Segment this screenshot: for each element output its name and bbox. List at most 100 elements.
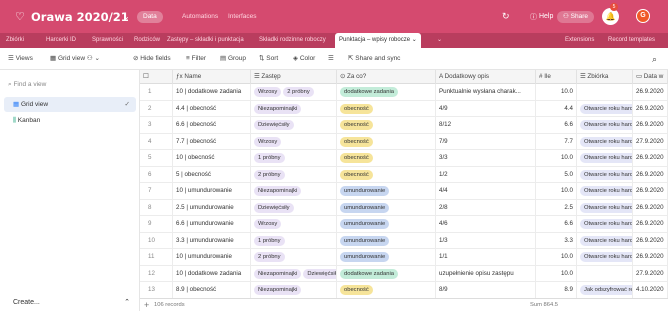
cell-name[interactable]: 10 | umundurowanie [173, 183, 251, 199]
table-row[interactable]: 5 10 | obecność 1 próbny obecność 3/3 10.0 Otw… [140, 150, 668, 167]
cell-za-co[interactable]: umundurowanie [337, 183, 436, 199]
filter-button[interactable]: ≡ Filter [186, 48, 206, 70]
cell-ile[interactable]: 3.3 [536, 232, 577, 249]
color-button[interactable]: ◈ Color [293, 48, 315, 70]
tab-punktacja[interactable]: Punktacja – wpisy robocze ⌄ [335, 33, 421, 48]
cell-data[interactable]: 26.9.2020 [633, 150, 668, 166]
cell-zastep[interactable]: Niezapominajki Dziewięćsiły [251, 265, 337, 282]
cell-zastep[interactable]: 1 próbny [251, 150, 337, 166]
sidebar-item-grid-view[interactable]: ▦ Grid view ✓ [4, 97, 136, 112]
table-row[interactable]: 10 3.3 | umundurowanie 1 próbny umundurowan… [140, 232, 668, 249]
cell-ile[interactable]: 7.7 [536, 133, 577, 150]
cell-name[interactable]: 2.5 | umundurowanie [173, 199, 251, 216]
cell-opis[interactable]: 8/9 [436, 282, 536, 298]
cell-data[interactable]: 4.10.2020 [633, 282, 668, 298]
table-row[interactable]: 4 7.7 | obecność Wrzosy obecność 7/9 7.7 Otwar… [140, 133, 668, 150]
cell-ile[interactable]: 10.0 [536, 84, 577, 100]
cell-za-co[interactable]: obecność [337, 117, 436, 133]
tab-zastepy[interactable]: Zastępy – składki i punktacja [167, 33, 244, 48]
table-row[interactable]: 8 2.5 | umundurowanie Dziewięćsiły umunduro… [140, 199, 668, 216]
table-row[interactable]: 1 10 | dodatkowe zadania Wrzosy 2 próbny dod… [140, 84, 668, 101]
sort-button[interactable]: ⇅ Sort [259, 48, 278, 70]
tab-data[interactable]: Data [137, 11, 163, 23]
cell-data[interactable]: 26.9.2020 [633, 216, 668, 232]
cell-zastep[interactable]: Wrzosy 2 próbny [251, 84, 337, 100]
cell-opis[interactable]: 8/12 [436, 117, 536, 133]
cell-zastep[interactable]: Niezapominajki [251, 100, 337, 117]
cell-name[interactable]: 8.9 | obecność [173, 282, 251, 298]
cell-zbiorka[interactable]: Otwarcie roku harcerskiego [577, 232, 633, 249]
cell-opis[interactable]: 4/9 [436, 100, 536, 117]
cell-name[interactable]: 10 | dodatkowe zadania [173, 84, 251, 100]
cell-za-co[interactable]: umundurowanie [337, 199, 436, 216]
table-row[interactable]: 12 10 | dodatkowe zadania Niezapominajki Dz… [140, 265, 668, 282]
heart-icon[interactable]: ♡ [15, 0, 25, 33]
cell-za-co[interactable]: obecność [337, 133, 436, 150]
cell-zbiorka[interactable]: Otwarcie roku harcerskiego [577, 199, 633, 216]
cell-ile[interactable]: 10.0 [536, 150, 577, 166]
cell-data[interactable]: 26.9.2020 [633, 249, 668, 265]
avatar[interactable]: G [636, 9, 650, 23]
cell-zbiorka[interactable] [577, 84, 633, 100]
cell-zbiorka[interactable]: Otwarcie roku harcerskiego [577, 216, 633, 232]
bell-icon[interactable]: 🔔 [602, 8, 619, 25]
cell-zastep[interactable]: Dziewięćsiły [251, 199, 337, 216]
help-icon[interactable]: ⓘ Help [530, 0, 553, 33]
cell-name[interactable]: 5 | obecność [173, 166, 251, 183]
cell-ile[interactable]: 4.4 [536, 100, 577, 117]
cell-name[interactable]: 6.6 | obecność [173, 117, 251, 133]
chevron-down-icon[interactable]: ⌄ [412, 37, 417, 43]
cell-opis[interactable]: 1/2 [436, 166, 536, 183]
cell-zastep[interactable]: Wrzosy [251, 133, 337, 150]
cell-ile[interactable]: 10.0 [536, 249, 577, 265]
table-row[interactable]: 13 8.9 | obecność Niezapominajki obecność 8/… [140, 282, 668, 299]
views-toggle[interactable]: ☰ Views [8, 48, 33, 70]
column-header-ile[interactable]: # Ile [536, 70, 577, 84]
tab-interfaces[interactable]: Interfaces [222, 11, 263, 23]
cell-name[interactable]: 6.6 | umundurowanie [173, 216, 251, 232]
cell-data[interactable]: 26.9.2020 [633, 199, 668, 216]
cell-opis[interactable]: 4/4 [436, 183, 536, 199]
column-header-za-co[interactable]: ⊙ Za co? [337, 70, 436, 84]
cell-ile[interactable]: 6.6 [536, 117, 577, 133]
extensions-link[interactable]: Extensions [565, 33, 594, 48]
add-record-icon[interactable]: + [144, 299, 149, 311]
cell-zbiorka[interactable]: Jak odszyfrować relacje? [577, 282, 633, 298]
chevron-down-icon[interactable]: ⌄ [123, 0, 130, 33]
search-icon[interactable]: ⌕ [652, 48, 657, 70]
cell-ile[interactable]: 8.9 [536, 282, 577, 298]
cell-za-co[interactable]: dodatkowe zadania [337, 84, 436, 100]
cell-zastep[interactable]: 2 próbny [251, 249, 337, 265]
cell-opis[interactable]: 7/9 [436, 133, 536, 150]
cell-ile[interactable]: 5.0 [536, 166, 577, 183]
more-tables-icon[interactable]: ⌄ [437, 33, 442, 48]
cell-data[interactable]: 26.9.2020 [633, 183, 668, 199]
find-view-input[interactable]: ⌕ Find a view [8, 78, 132, 92]
cell-data[interactable]: 26.9.2020 [633, 117, 668, 133]
cell-data[interactable]: 26.9.2020 [633, 166, 668, 183]
cell-za-co[interactable]: obecność [337, 282, 436, 298]
cell-opis[interactable]: 3/3 [436, 150, 536, 166]
cell-ile[interactable]: 10.0 [536, 265, 577, 282]
cell-zbiorka[interactable]: Otwarcie roku harcerskiego [577, 100, 633, 117]
grid-view-switcher[interactable]: ▦ Grid view ⚇ ⌄ [50, 48, 100, 70]
cell-zastep[interactable]: 1 próbny [251, 232, 337, 249]
cell-data[interactable]: 26.9.2020 [633, 232, 668, 249]
cell-zastep[interactable]: Niezapominajki [251, 282, 337, 298]
cell-zbiorka[interactable] [577, 265, 633, 282]
cell-opis[interactable]: 1/3 [436, 232, 536, 249]
column-header-opis[interactable]: A Dodatkowy opis [436, 70, 536, 84]
cell-ile[interactable]: 6.6 [536, 216, 577, 232]
tab-automations[interactable]: Automations [176, 11, 224, 23]
cell-za-co[interactable]: dodatkowe zadania [337, 265, 436, 282]
cell-name[interactable]: 10 | obecność [173, 150, 251, 166]
select-all-checkbox[interactable]: ☐ [140, 70, 173, 84]
create-view-button[interactable]: Create... ⌃ [4, 295, 136, 310]
history-icon[interactable]: ↻ [502, 0, 510, 33]
cell-za-co[interactable]: umundurowanie [337, 232, 436, 249]
row-height-icon[interactable]: ☰ [328, 48, 334, 70]
cell-zastep[interactable]: Wrzosy [251, 216, 337, 232]
cell-opis[interactable]: 2/8 [436, 199, 536, 216]
share-button[interactable]: ⚇ Share [557, 11, 594, 23]
tab-skladki[interactable]: Składki rodzinne roboczy [259, 33, 326, 48]
